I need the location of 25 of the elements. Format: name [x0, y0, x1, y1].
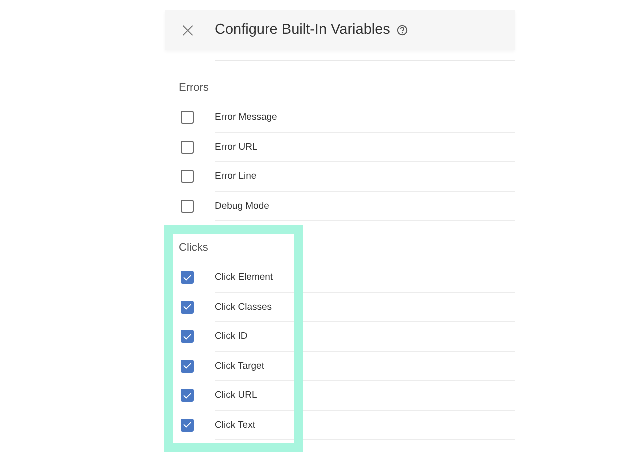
dialog-title: Configure Built-In Variables	[215, 22, 390, 38]
checkbox[interactable]	[181, 271, 194, 284]
help-icon[interactable]	[397, 24, 408, 36]
checkbox[interactable]	[181, 170, 194, 184]
variable-label: Click Classes	[215, 302, 272, 313]
section-heading: Errors	[179, 82, 209, 94]
checkbox[interactable]	[181, 360, 194, 373]
checkbox[interactable]	[181, 111, 194, 124]
variable-label: Debug Mode	[215, 200, 270, 212]
variable-label: Error URL	[215, 142, 258, 153]
variable-label: Click Target	[215, 360, 264, 372]
variable-label: Click URL	[215, 390, 258, 402]
variable-label: Error Message	[215, 112, 278, 124]
checkbox[interactable]	[181, 200, 194, 213]
checkbox[interactable]	[181, 389, 194, 402]
variable-label: Click ID	[215, 331, 248, 342]
checkbox[interactable]	[181, 418, 194, 432]
checkbox[interactable]	[181, 330, 194, 344]
section-heading: Clicks	[179, 242, 208, 254]
variable-label: Click Text	[215, 420, 256, 431]
checkbox[interactable]	[181, 300, 194, 314]
variable-label: Click Element	[215, 272, 274, 284]
checkbox[interactable]	[181, 140, 194, 154]
variable-label: Error Line	[215, 171, 257, 182]
close-button[interactable]: ×	[177, 20, 199, 40]
